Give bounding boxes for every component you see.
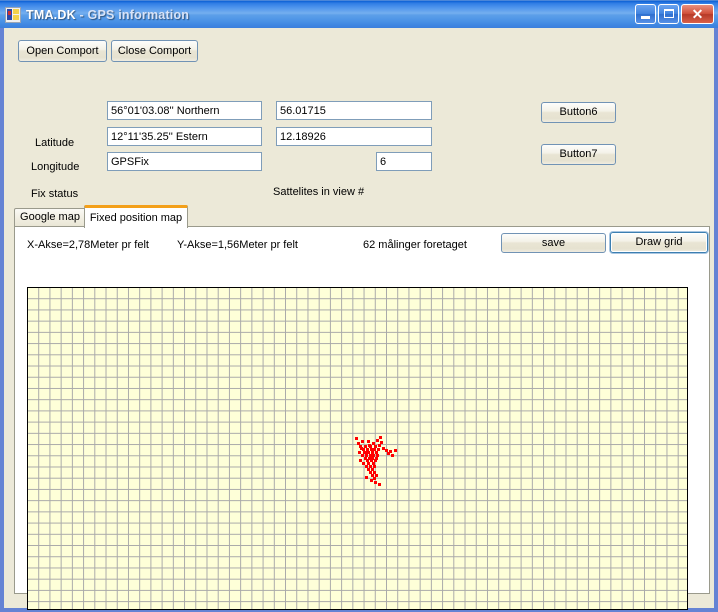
measurement-point [372, 442, 375, 445]
measurement-point [378, 444, 381, 447]
measurement-point [367, 440, 370, 443]
latitude-dms-field[interactable]: 56°01'03.08'' Northern [107, 101, 262, 120]
fixed-position-scatter-plot[interactable] [27, 287, 688, 610]
measurement-point [360, 447, 363, 450]
maximize-icon [664, 9, 674, 18]
measurement-point [357, 442, 360, 445]
latitude-decimal-field[interactable]: 56.01715 [276, 101, 432, 120]
window-title-rest: GPS information [87, 7, 190, 22]
button6[interactable]: Button6 [541, 102, 616, 123]
app-form-icon [5, 6, 21, 23]
map-tab-strip: Google map Fixed position map [14, 205, 710, 228]
measurement-point [355, 437, 358, 440]
fixed-position-map-panel: X-Akse=2,78Meter pr felt Y-Akse=1,56Mete… [14, 226, 710, 610]
measurement-point [374, 481, 377, 484]
tab-google-map[interactable]: Google map [14, 208, 86, 227]
button7[interactable]: Button7 [541, 144, 616, 165]
latitude-label: Latitude [35, 137, 75, 149]
window-title-main: TMA.DK [26, 7, 76, 22]
minimize-button[interactable] [635, 4, 656, 24]
draw-grid-button[interactable]: Draw grid [610, 232, 708, 253]
gps-information-window: TMA.DK - GPS information ✕ Open Comport … [0, 0, 718, 612]
measurement-count-info: 62 målinger foretaget [363, 239, 467, 251]
longitude-label: Longitude [31, 161, 80, 173]
window-controls: ✕ [635, 4, 714, 24]
fix-status-field[interactable]: GPSFix [107, 152, 262, 171]
minimize-icon [641, 16, 650, 19]
fix-status-label: Fix status [31, 188, 79, 200]
close-button[interactable]: ✕ [681, 4, 714, 24]
measurement-point [382, 447, 385, 450]
longitude-decimal-field[interactable]: 12.18926 [276, 127, 432, 146]
measurement-point [370, 479, 373, 482]
client-area: Open Comport Close Comport Latitude Long… [4, 28, 714, 610]
longitude-dms-field[interactable]: 12°11'35.25'' Estern [107, 127, 262, 146]
close-icon: ✕ [691, 6, 704, 22]
window-title: TMA.DK - GPS information [26, 8, 189, 22]
y-axis-scale-info: Y-Akse=1,56Meter pr felt [177, 239, 298, 251]
measurement-point [387, 452, 390, 455]
x-axis-scale-info: X-Akse=2,78Meter pr felt [27, 239, 149, 251]
measurement-point [364, 451, 367, 454]
open-comport-button[interactable]: Open Comport [18, 40, 107, 62]
measurement-point [365, 476, 368, 479]
maximize-button[interactable] [658, 4, 679, 24]
window-title-separator: - [75, 7, 88, 22]
measurement-point [379, 436, 382, 439]
measurement-point [368, 444, 371, 447]
measurement-point [376, 439, 379, 442]
close-comport-button[interactable]: Close Comport [111, 40, 198, 62]
measurement-point [378, 483, 381, 486]
tab-fixed-position-map[interactable]: Fixed position map [84, 205, 188, 228]
title-bar[interactable]: TMA.DK - GPS information ✕ [0, 0, 718, 28]
measurement-point [361, 440, 364, 443]
satellites-label: Sattelites in view # [273, 186, 365, 198]
save-button[interactable]: save [501, 233, 606, 253]
measurement-point [394, 449, 397, 452]
measurement-point [373, 477, 376, 480]
satellites-in-view-field[interactable]: 6 [376, 152, 432, 171]
measurement-point [391, 454, 394, 457]
